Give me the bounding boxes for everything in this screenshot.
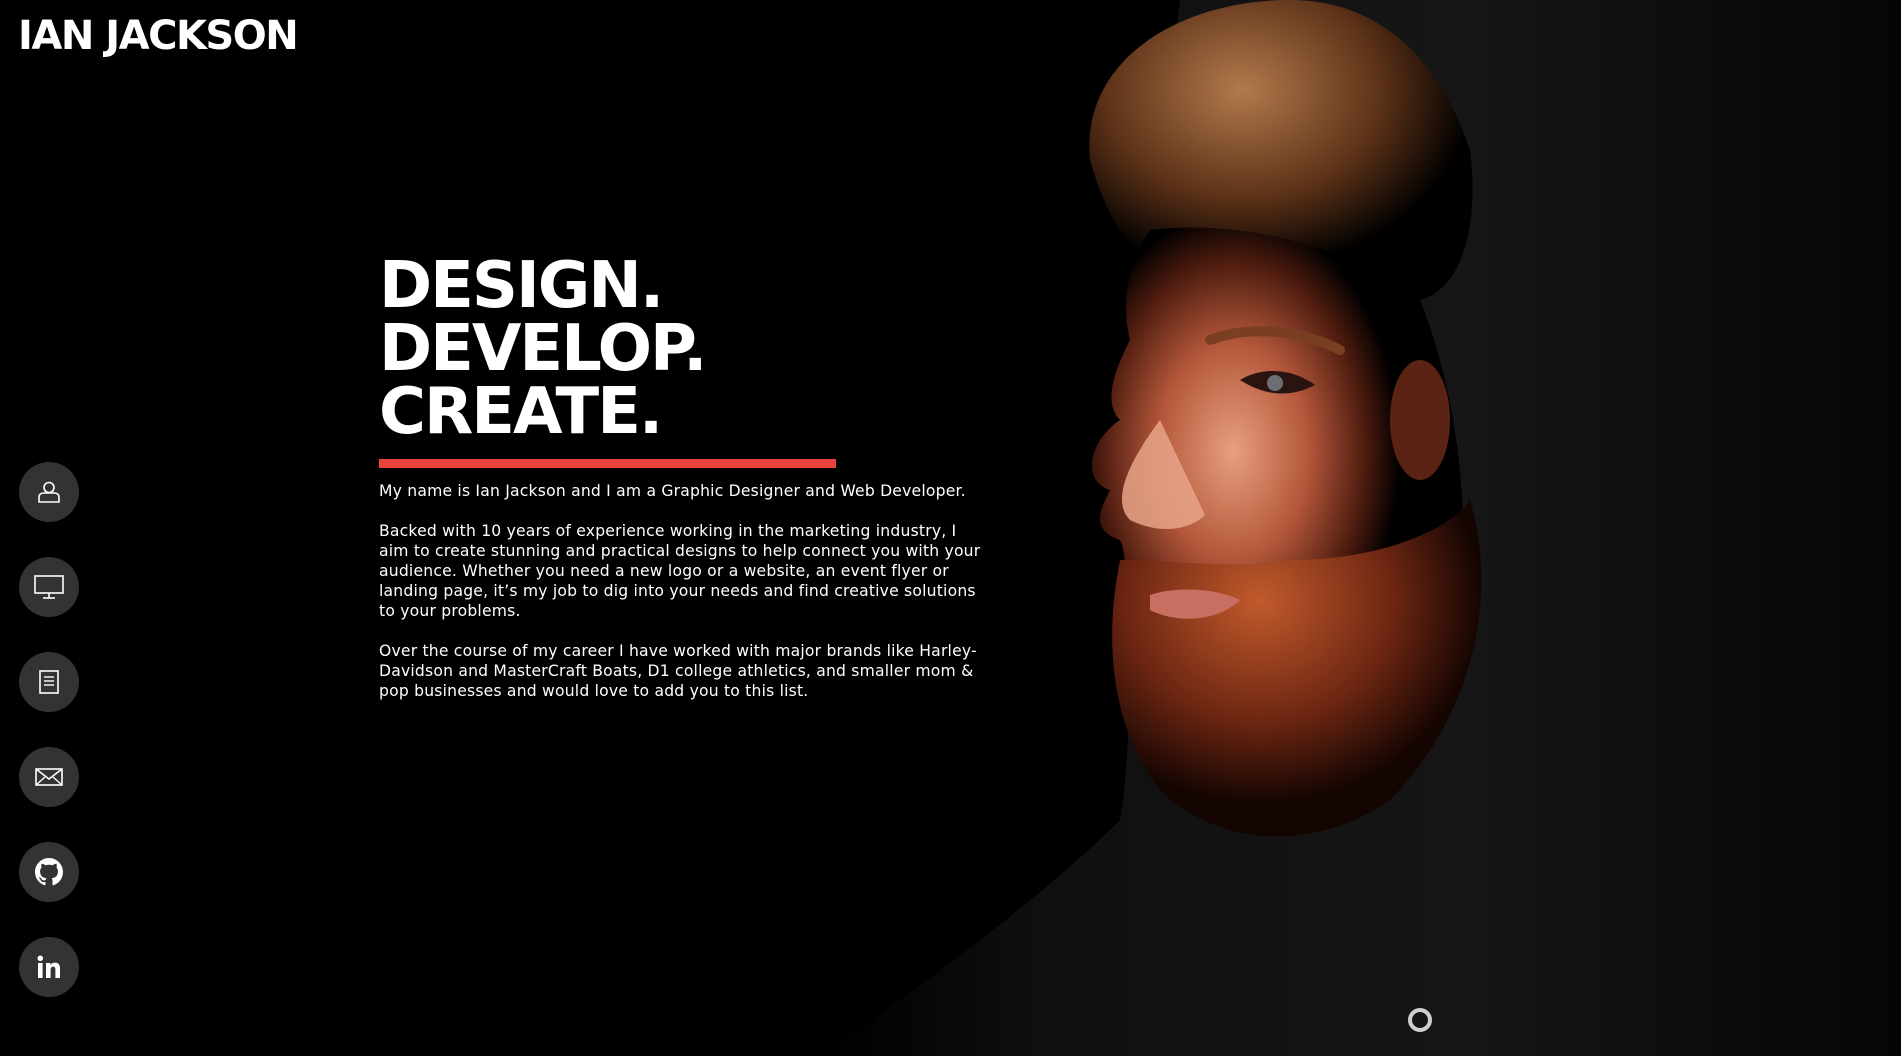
monitor-icon — [34, 575, 64, 599]
side-navigation — [19, 462, 79, 997]
accent-divider — [379, 459, 836, 468]
page: IAN JACKSON DESIGN. DEVELOP. CREATE. My … — [0, 0, 1901, 1056]
nav-about-button[interactable] — [19, 462, 79, 522]
nav-contact-button[interactable] — [19, 747, 79, 807]
experience-paragraph: Backed with 10 years of experience worki… — [379, 522, 981, 620]
intro-paragraph: My name is Ian Jackson and I am a Graphi… — [379, 482, 966, 500]
nav-portfolio-button[interactable] — [19, 557, 79, 617]
nav-resume-button[interactable] — [19, 652, 79, 712]
hero-headline: DESIGN. DEVELOP. CREATE. — [379, 249, 999, 449]
headline-line-develop: DEVELOP. — [379, 312, 707, 386]
linkedin-icon — [37, 955, 60, 978]
hero-section: DESIGN. DEVELOP. CREATE. My name is Ian … — [379, 249, 999, 721]
headline-line-design: DESIGN. — [379, 249, 664, 323]
user-icon — [38, 481, 60, 503]
nav-github-button[interactable] — [19, 842, 79, 902]
site-logo[interactable]: IAN JACKSON — [18, 12, 299, 60]
document-icon — [39, 670, 59, 694]
github-icon — [35, 858, 63, 886]
mail-icon — [35, 768, 63, 786]
nav-linkedin-button[interactable] — [19, 937, 79, 997]
headline-line-create: CREATE. — [379, 375, 663, 449]
hero-intro: My name is Ian Jackson and I am a Graphi… — [379, 481, 989, 701]
clients-paragraph: Over the course of my career I have work… — [379, 642, 977, 700]
